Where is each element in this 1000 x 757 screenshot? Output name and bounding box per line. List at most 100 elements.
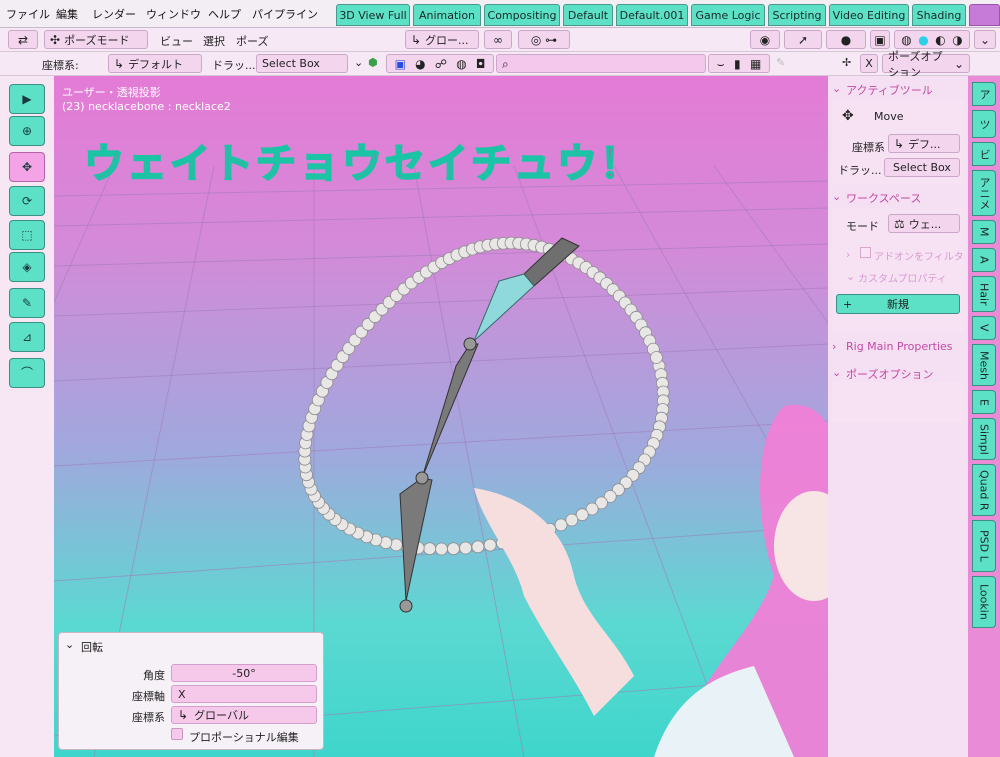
tool-relax[interactable]: ⌒ xyxy=(9,358,45,388)
coord-select[interactable]: ↳ デフォルト xyxy=(108,54,202,73)
tab-3d-view-full[interactable]: 3D View Full xyxy=(336,4,410,26)
search-input[interactable]: ⌕ xyxy=(496,54,706,73)
sidebar-tab-label: Lookin xyxy=(977,584,991,620)
sidebar-tab-9[interactable]: E xyxy=(972,390,996,414)
transform-orientation-select[interactable]: ↳ グロー... xyxy=(405,30,479,49)
np-drag-select[interactable]: Select Box xyxy=(884,158,960,177)
mode-select[interactable]: ✣ ポーズモード xyxy=(44,30,148,49)
chevron-down-icon[interactable]: ⌄ xyxy=(832,82,841,95)
sidebar-tab-0[interactable]: ア xyxy=(972,82,996,106)
tab-default[interactable]: Default xyxy=(563,4,613,26)
menu-pose[interactable]: ポーズ xyxy=(236,33,268,49)
tool-cursor[interactable]: ⊕ xyxy=(9,116,45,146)
sidebar-tab-10[interactable]: Simpl xyxy=(972,418,996,460)
tool-transform[interactable]: ◈ xyxy=(9,252,45,282)
sidebar-tab-label: ビ xyxy=(978,148,991,160)
menu-file[interactable]: ファイル xyxy=(6,6,50,22)
menu-window[interactable]: ウィンドウ xyxy=(146,6,201,22)
tool-name: Move xyxy=(874,110,904,123)
np-coord-select[interactable]: ↳ デフ... xyxy=(888,134,960,153)
chevron-down-icon[interactable]: ⌄ xyxy=(846,270,855,283)
sidebar-tab-11[interactable]: Quad R xyxy=(972,464,996,516)
chevron-down-icon[interactable]: ⌄ xyxy=(832,190,841,203)
snap-icon: ◎ ⊶ xyxy=(530,32,558,47)
bone-toggle-icon[interactable]: ✢ xyxy=(842,56,851,69)
tool-measure[interactable]: ⊿ xyxy=(9,322,45,352)
cube-icon[interactable]: ⬢ xyxy=(368,56,378,69)
pose-options-button[interactable]: ポーズオプション ⌄ xyxy=(882,50,970,79)
tool-scale[interactable]: ⬚ xyxy=(9,220,45,250)
sidebar-tab-13[interactable]: Lookin xyxy=(972,576,996,628)
tool-rotate[interactable]: ⟳ xyxy=(9,186,45,216)
pen-icon[interactable]: ✎ xyxy=(776,56,785,69)
editor-type-button[interactable]: ⇄ xyxy=(8,30,38,49)
overlay-button[interactable]: ● xyxy=(826,30,866,49)
workspace-section: モード ⚖ ウェ... › アドオンをフィルタ ⌄ カスタムプロパティ + 新規 xyxy=(832,208,964,332)
addon-filter-checkbox[interactable] xyxy=(860,247,871,258)
sidebar-tab-4[interactable]: M xyxy=(972,220,996,244)
sidebar-tab-5[interactable]: A xyxy=(972,248,996,272)
sidebar-tab-8[interactable]: Mesh xyxy=(972,344,996,386)
orientation-label: グロー... xyxy=(425,33,469,47)
chevron-down-icon: ⌄ xyxy=(953,56,964,71)
tab-shading[interactable]: Shading xyxy=(912,4,966,26)
chevron-down-icon[interactable]: ⌄ xyxy=(65,638,74,651)
sidebar-tab-label: Quad R xyxy=(977,469,991,511)
angle-field[interactable]: -50° xyxy=(171,664,317,682)
np-mode-select[interactable]: ⚖ ウェ... xyxy=(888,214,960,233)
solid-icon: ● xyxy=(918,32,929,47)
object-info: (23) necklacebone : necklace2 xyxy=(62,100,231,113)
tab-default-001[interactable]: Default.001 xyxy=(616,4,688,26)
axis-field[interactable]: X xyxy=(171,685,317,703)
snap-button[interactable]: ◎ ⊶ xyxy=(518,30,570,49)
sidebar-panel: ⌄ アクティブツール ✥ Move 座標系 ↳ デフ... ドラッ... Sele… xyxy=(828,76,968,757)
menu-pipeline[interactable]: パイプライン xyxy=(252,6,318,22)
menu-edit[interactable]: 編集 xyxy=(56,6,78,22)
menu-render[interactable]: レンダー xyxy=(92,6,136,22)
chevron-down-icon[interactable]: ⌄ xyxy=(832,366,841,379)
xray-button[interactable]: ▣ xyxy=(870,30,890,49)
gizmo-button[interactable]: ➚ xyxy=(784,30,822,49)
sidebar-tab-label: Simpl xyxy=(977,423,991,455)
tab-video-editing[interactable]: Video Editing xyxy=(829,4,909,26)
chevron-right-icon[interactable]: › xyxy=(846,248,850,261)
menu-view[interactable]: ビュー xyxy=(160,33,193,49)
tab-game-logic[interactable]: Game Logic xyxy=(691,4,765,26)
menu-help[interactable]: ヘルプ xyxy=(208,6,241,22)
scale-icon: ⬚ xyxy=(21,228,33,242)
filter-toggle-buttons[interactable]: ⌣ ▮ ▦ xyxy=(708,54,770,73)
pivot-button[interactable]: ∞ xyxy=(484,30,512,49)
new-button[interactable]: + 新規 xyxy=(836,294,960,314)
sidebar-tab-3[interactable]: アニメ xyxy=(972,170,996,216)
sidebar-tab-2[interactable]: ビ xyxy=(972,142,996,166)
rig-props-title[interactable]: Rig Main Properties xyxy=(846,340,953,353)
mode-label: ポーズモード xyxy=(64,33,130,47)
orient-field[interactable]: ↳ グローバル xyxy=(171,706,317,724)
chevron-down-icon[interactable]: ⌄ xyxy=(354,56,363,69)
tool-select-box[interactable]: ▶ xyxy=(9,84,45,114)
sidebar-tab-12[interactable]: PSD L xyxy=(972,520,996,572)
tab-compositing[interactable]: Compositing xyxy=(484,4,560,26)
tab-scripting[interactable]: Scripting xyxy=(768,4,826,26)
tab-overflow[interactable] xyxy=(969,4,1000,26)
shading-buttons[interactable]: ◍ ● ◐ ◑ xyxy=(894,30,970,49)
sidebar-tab-7[interactable]: V xyxy=(972,316,996,340)
shading-options[interactable]: ⌄ xyxy=(974,30,996,49)
sidebar-tab-6[interactable]: Hair xyxy=(972,276,996,312)
tool-header: 座標系: ↳ デフォルト ドラッ... Select Box ⌄ ⬢ ▣ ◕ ☍ ◍ ◘ … xyxy=(0,50,1000,79)
proportional-checkbox[interactable] xyxy=(171,728,183,740)
select-filter-buttons[interactable]: ▣ ◕ ☍ ◍ ◘ xyxy=(386,54,494,73)
view-name: ユーザー・透視投影 xyxy=(62,86,161,99)
menu-select[interactable]: 選択 xyxy=(203,33,225,49)
tool-annotate[interactable]: ✎ xyxy=(9,288,45,318)
tab-animation[interactable]: Animation xyxy=(413,4,481,26)
visibility-button[interactable]: ◉ xyxy=(750,30,780,49)
sidebar-tab-label: M xyxy=(977,227,991,237)
close-x-button[interactable]: X xyxy=(860,54,878,73)
chevron-right-icon[interactable]: › xyxy=(832,340,836,353)
axis-icon: ↳ xyxy=(411,32,422,47)
drag-select[interactable]: Select Box xyxy=(256,54,348,73)
tool-move[interactable]: ✥ xyxy=(9,152,45,182)
sidebar-tab-1[interactable]: ツ xyxy=(972,110,996,138)
sidebar-tabs: アツビアニメ M A Hair V Mesh E Simpl Quad R PSD L Lookin xyxy=(968,76,1000,757)
